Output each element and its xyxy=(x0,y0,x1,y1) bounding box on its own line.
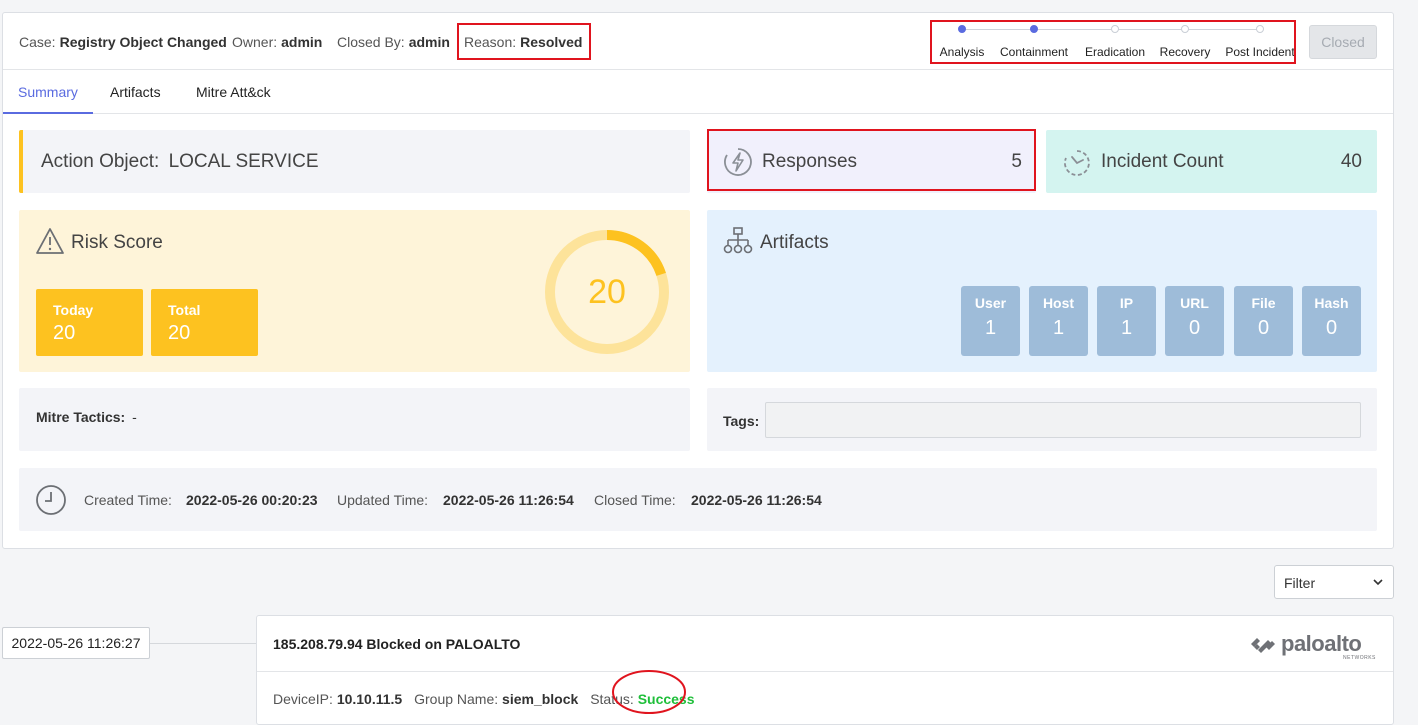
incident-count-label: Incident Count xyxy=(1101,151,1224,172)
case-info: Case: Registry Object Changed xyxy=(19,34,227,50)
paloalto-wordmark: paloalto xyxy=(1281,631,1362,656)
risk-total-label: Total xyxy=(168,302,201,318)
status-highlight-ellipse xyxy=(612,670,686,714)
risk-score-panel: Risk Score Today 20 Total 20 20 xyxy=(19,210,690,372)
timeline-timestamp: 2022-05-26 11:26:27 xyxy=(2,627,150,659)
closed-button[interactable]: Closed xyxy=(1309,25,1377,59)
case-card: Case: Registry Object Changed Owner: admin… xyxy=(2,12,1394,549)
tab-bar: Summary Artifacts Mitre Att&ck xyxy=(3,70,1393,114)
reason-info: Reason: Resolved xyxy=(464,34,583,50)
paloalto-logo-icon xyxy=(1251,638,1275,653)
artifact-tile-user[interactable]: User 1 xyxy=(961,286,1020,356)
action-object-value: LOCAL SERVICE xyxy=(168,151,319,172)
closed-time-label: Closed Time: xyxy=(594,492,676,508)
closed-by-info: Closed By: admin xyxy=(337,34,450,50)
incident-count-value: 40 xyxy=(1340,151,1362,172)
warning-icon xyxy=(36,228,64,254)
artifacts-panel: Artifacts User 1 Host 1 IP 1 URL 0 File 0 Has… xyxy=(707,210,1377,372)
artifact-tile-ip[interactable]: IP 1 xyxy=(1097,286,1156,356)
artifact-tile-hash[interactable]: Hash 0 xyxy=(1302,286,1361,356)
active-tab-indicator xyxy=(3,112,93,114)
stepper-highlight xyxy=(930,20,1296,64)
times-panel: Created Time: 2022-05-26 00:20:23 Update… xyxy=(19,468,1377,531)
timeline-connector xyxy=(150,643,256,644)
network-tree-icon xyxy=(723,227,753,254)
tab-summary[interactable]: Summary xyxy=(18,84,78,100)
event-title: 185.208.79.94 Blocked on PALOALTO xyxy=(273,636,521,652)
artifacts-title: Artifacts xyxy=(760,232,829,253)
risk-today-label: Today xyxy=(53,302,94,318)
tags-label: Tags: xyxy=(723,413,760,429)
case-name: Registry Object Changed xyxy=(59,34,227,50)
risk-score-title: Risk Score xyxy=(71,232,163,253)
gauge-fill xyxy=(606,230,666,277)
updated-time-label: Updated Time: xyxy=(337,492,429,508)
tab-artifacts[interactable]: Artifacts xyxy=(110,84,161,100)
action-object-label: Action Object: xyxy=(41,151,160,172)
updated-time-value: 2022-05-26 11:26:54 xyxy=(443,492,574,508)
device-ip-value: 10.10.11.5 xyxy=(336,691,403,707)
risk-today-box: Today 20 xyxy=(36,289,143,356)
artifact-tile-url[interactable]: URL 0 xyxy=(1165,286,1224,356)
closed-by-name: admin xyxy=(408,34,450,50)
mitre-tactics-value: - xyxy=(132,409,137,425)
clock-refresh-icon xyxy=(1064,150,1090,176)
group-name-value: siem_block xyxy=(502,691,579,707)
action-object-panel: Action Object: LOCAL SERVICE xyxy=(19,130,690,193)
risk-total-box: Total 20 xyxy=(151,289,258,356)
artifact-tile-file[interactable]: File 0 xyxy=(1234,286,1293,356)
filter-label: Filter xyxy=(1284,575,1316,591)
created-time-label: Created Time: xyxy=(84,492,172,508)
risk-today-value: 20 xyxy=(53,322,76,344)
created-time-value: 2022-05-26 00:20:23 xyxy=(186,492,318,508)
owner-name: admin xyxy=(281,34,323,50)
responses-highlight xyxy=(707,129,1036,191)
mitre-tactics-label: Mitre Tactics: xyxy=(36,409,126,425)
case-header: Case: Registry Object Changed Owner: admin… xyxy=(3,13,1393,70)
timeline-event-card: 185.208.79.94 Blocked on PALOALTO paloal… xyxy=(256,615,1394,725)
gauge-score: 20 xyxy=(588,273,626,311)
event-divider xyxy=(257,671,1393,672)
artifact-tile-host[interactable]: Host 1 xyxy=(1029,286,1088,356)
owner-info: Owner: admin xyxy=(232,34,323,50)
tab-mitre-attack[interactable]: Mitre Att&ck xyxy=(196,84,271,100)
clock-icon xyxy=(36,485,66,515)
closed-time-value: 2022-05-26 11:26:54 xyxy=(691,492,822,508)
mitre-tactics-panel: Mitre Tactics: - xyxy=(19,388,690,451)
incident-count-panel[interactable]: Incident Count 40 xyxy=(1046,130,1377,193)
risk-score-gauge: 20 xyxy=(545,230,669,354)
tags-input[interactable] xyxy=(765,402,1361,438)
filter-select[interactable]: Filter xyxy=(1274,565,1394,599)
reason-value: Resolved xyxy=(520,34,583,50)
paloalto-logo: paloalto NETWORKS xyxy=(1249,631,1377,661)
risk-total-value: 20 xyxy=(168,322,191,344)
chevron-down-icon xyxy=(1373,579,1383,586)
paloalto-networks-text: NETWORKS xyxy=(1343,655,1376,661)
tags-panel: Tags: xyxy=(707,388,1377,451)
